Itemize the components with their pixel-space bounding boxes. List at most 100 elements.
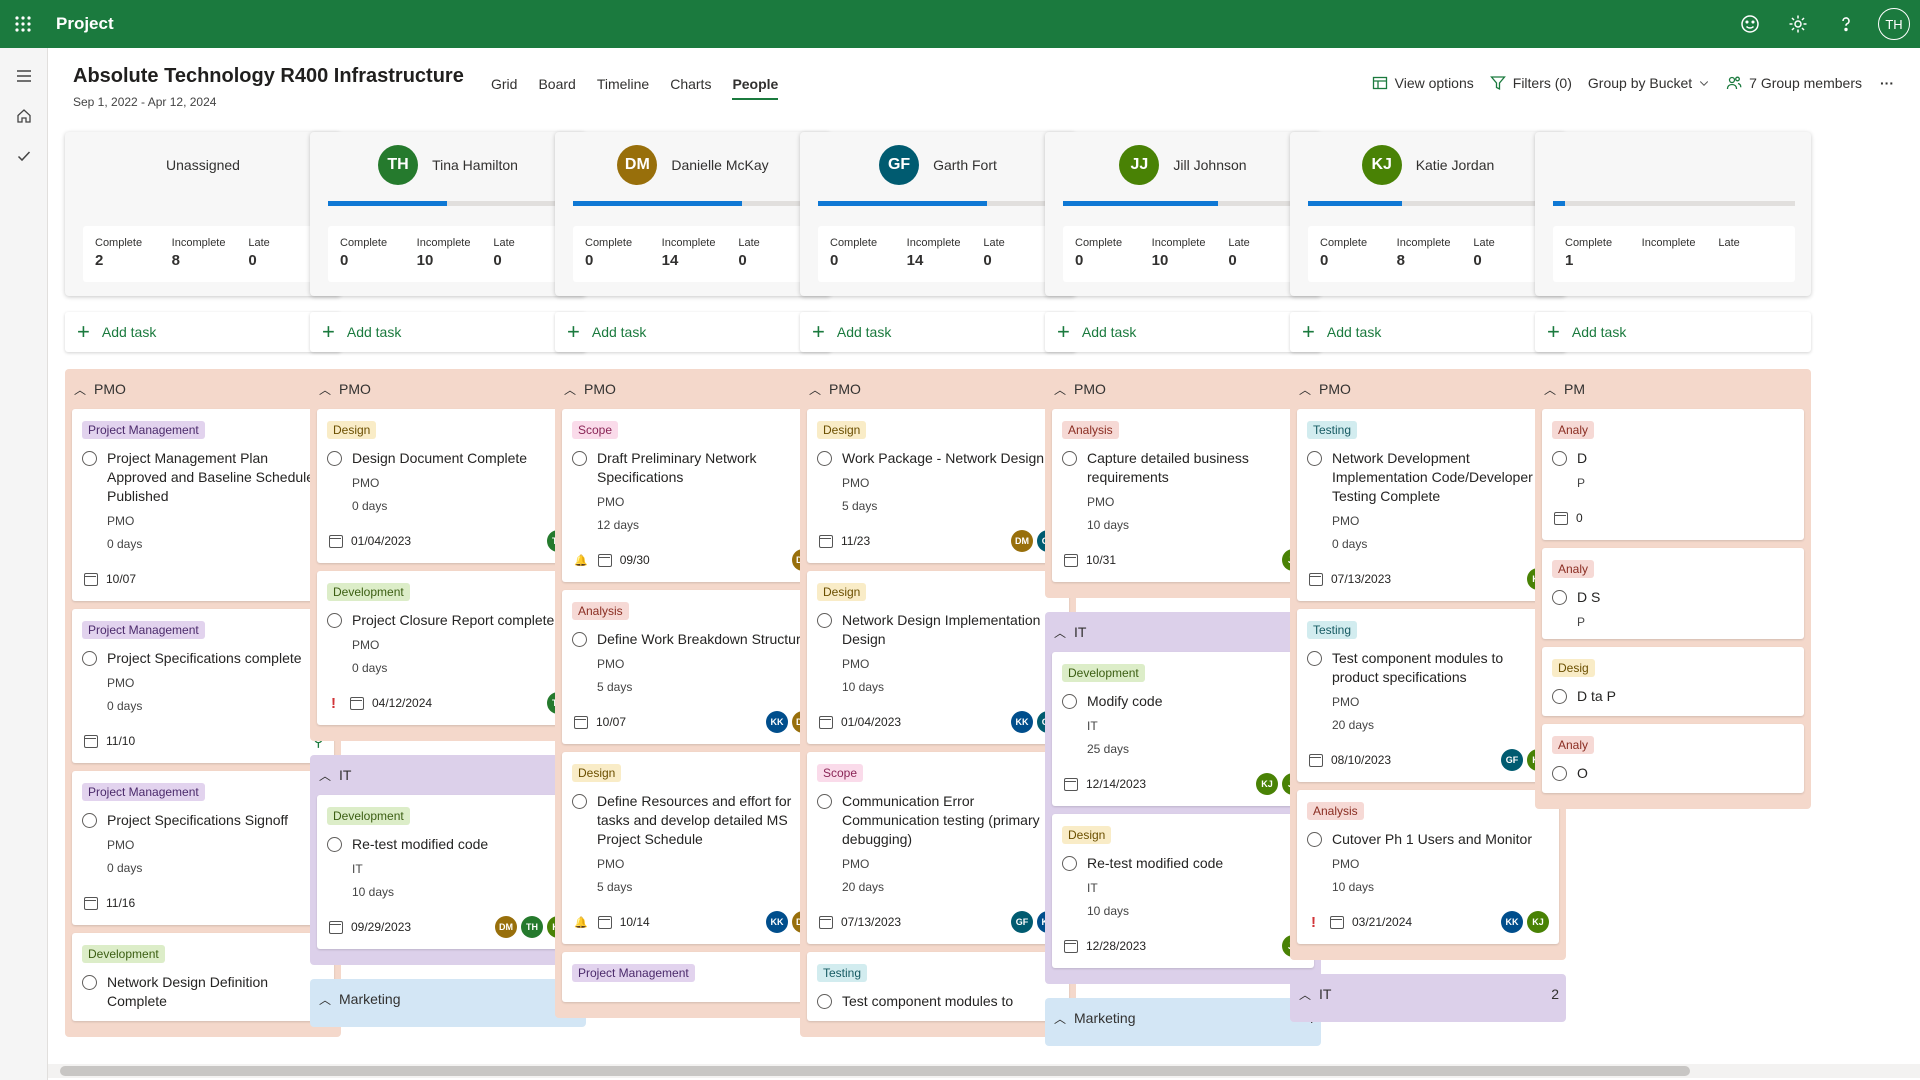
task-title[interactable]: Project Management Plan Approved and Bas… xyxy=(107,449,324,506)
task-title[interactable]: Modify code xyxy=(1087,692,1162,711)
due-date[interactable]: 08/10/2023 xyxy=(1331,753,1391,767)
assignee-avatar[interactable]: KK xyxy=(766,911,788,933)
task-card[interactable]: Development Network Design Definition Com… xyxy=(72,933,334,1021)
due-date[interactable]: 11/10 xyxy=(106,734,135,748)
add-task-button[interactable]: + Add task xyxy=(1290,312,1566,352)
tab-people[interactable]: People xyxy=(732,76,779,100)
bucket-header[interactable]: ︿ PM xyxy=(1542,369,1804,409)
chevron-up-icon[interactable]: ︿ xyxy=(564,381,576,398)
complete-checkbox[interactable] xyxy=(82,451,97,466)
complete-checkbox[interactable] xyxy=(1307,451,1322,466)
assignee-avatar[interactable]: KK xyxy=(766,711,788,733)
complete-checkbox[interactable] xyxy=(1062,694,1077,709)
bucket-header[interactable]: ︿PMO8 xyxy=(562,369,824,409)
chevron-up-icon[interactable]: ︿ xyxy=(1054,1010,1066,1027)
user-avatar[interactable]: TH xyxy=(1878,8,1910,40)
task-card[interactable]: Testing Test component modules to product… xyxy=(1297,609,1559,782)
chevron-up-icon[interactable]: ︿ xyxy=(74,381,86,398)
my-tasks-check-icon[interactable] xyxy=(0,136,48,176)
task-card[interactable]: Testing Test component modules to xyxy=(807,952,1069,1021)
complete-checkbox[interactable] xyxy=(1552,689,1567,704)
bucket-header[interactable]: ︿ IT 2 xyxy=(1297,974,1559,1014)
bucket-header[interactable]: ︿PMO6 xyxy=(807,369,1069,409)
task-card[interactable]: Analysis Capture detailed business requir… xyxy=(1052,409,1314,582)
task-card[interactable]: Design Work Package - Network Design PMO 5 … xyxy=(807,409,1069,563)
task-card[interactable]: Design Network Design Implementation Desi… xyxy=(807,571,1069,744)
complete-checkbox[interactable] xyxy=(572,632,587,647)
group-members-button[interactable]: 7 Group members xyxy=(1726,75,1862,91)
app-launcher-icon[interactable] xyxy=(0,0,46,48)
task-card[interactable]: Design Define Resources and effort for ta… xyxy=(562,752,824,944)
add-task-button[interactable]: + Add task xyxy=(65,312,341,352)
project-title[interactable]: Absolute Technology R400 Infrastructure xyxy=(73,65,464,88)
complete-checkbox[interactable] xyxy=(572,451,587,466)
task-title[interactable]: Define Resources and effort for tasks an… xyxy=(597,792,814,849)
complete-checkbox[interactable] xyxy=(1307,651,1322,666)
complete-checkbox[interactable] xyxy=(1552,766,1567,781)
complete-checkbox[interactable] xyxy=(327,613,342,628)
assignee-avatar[interactable]: KJ xyxy=(1256,773,1278,795)
bucket-header[interactable]: ︿PMO1 xyxy=(1052,369,1314,409)
help-icon[interactable] xyxy=(1822,0,1870,48)
collapse-menu-icon[interactable] xyxy=(0,56,48,96)
add-task-button[interactable]: + Add task xyxy=(1535,312,1811,352)
due-date[interactable]: 07/13/2023 xyxy=(1331,572,1391,586)
assignee-avatar[interactable]: DM xyxy=(1011,530,1033,552)
complete-checkbox[interactable] xyxy=(1552,590,1567,605)
task-title[interactable]: Test component modules to xyxy=(842,992,1013,1011)
chevron-up-icon[interactable]: ︿ xyxy=(319,381,331,398)
add-task-button[interactable]: + Add task xyxy=(310,312,586,352)
task-card[interactable]: Project Management Project Specifications… xyxy=(72,771,334,925)
task-title[interactable]: Communication Error Communication testin… xyxy=(842,792,1059,849)
due-date[interactable]: 0 xyxy=(1576,511,1583,525)
task-card[interactable]: Analysis Define Work Breakdown Structure P… xyxy=(562,590,824,744)
add-task-button[interactable]: + Add task xyxy=(1045,312,1321,352)
task-card[interactable]: Design Design Document Complete PMO 0 days 0… xyxy=(317,409,579,563)
task-title[interactable]: Define Work Breakdown Structure xyxy=(597,630,808,649)
due-date[interactable]: 10/14 xyxy=(620,915,650,929)
task-title[interactable]: Work Package - Network Design xyxy=(842,449,1044,468)
bucket-header[interactable]: ︿Marketing4 xyxy=(1052,998,1314,1038)
assignee-avatar[interactable]: KJ xyxy=(1527,911,1549,933)
chevron-up-icon[interactable]: ︿ xyxy=(1054,624,1066,641)
task-card[interactable]: Analy D S P xyxy=(1542,548,1804,639)
complete-checkbox[interactable] xyxy=(1062,451,1077,466)
task-card[interactable]: Analy O xyxy=(1542,724,1804,793)
task-title[interactable]: Cutover Ph 1 Users and Monitor xyxy=(1332,830,1532,849)
horizontal-scrollbar-thumb[interactable] xyxy=(60,1066,1690,1076)
task-title[interactable]: Design Document Complete xyxy=(352,449,527,468)
task-title[interactable]: O xyxy=(1577,764,1588,783)
complete-checkbox[interactable] xyxy=(1307,832,1322,847)
task-card[interactable]: Development Project Closure Report comple… xyxy=(317,571,579,725)
complete-checkbox[interactable] xyxy=(817,794,832,809)
task-title[interactable]: Network Design Implementation Design xyxy=(842,611,1059,649)
task-title[interactable]: Re-test modified code xyxy=(1087,854,1223,873)
view-options-button[interactable]: View options xyxy=(1372,75,1474,91)
due-date[interactable]: 01/04/2023 xyxy=(841,715,901,729)
task-card[interactable]: Development Re-test modified code IT 10 day… xyxy=(317,795,579,949)
task-title[interactable]: Capture detailed business requirements xyxy=(1087,449,1304,487)
chevron-up-icon[interactable]: ︿ xyxy=(1299,986,1311,1003)
due-date[interactable]: 10/31 xyxy=(1086,553,1116,567)
task-title[interactable]: Re-test modified code xyxy=(352,835,488,854)
task-card[interactable]: Scope Draft Preliminary Network Specifica… xyxy=(562,409,824,582)
task-card[interactable]: Project Management xyxy=(562,952,824,1002)
task-card[interactable]: Scope Communication Error Communication t… xyxy=(807,752,1069,944)
task-card[interactable]: Analy D P 0 xyxy=(1542,409,1804,540)
home-icon[interactable] xyxy=(0,96,48,136)
task-card[interactable]: Testing Network Development Implementatio… xyxy=(1297,409,1559,601)
assignee-avatar[interactable]: DM xyxy=(495,916,517,938)
task-title[interactable]: Draft Preliminary Network Specifications xyxy=(597,449,814,487)
due-date[interactable]: 03/21/2024 xyxy=(1352,915,1412,929)
tab-board[interactable]: Board xyxy=(538,76,575,100)
due-date[interactable]: 09/30 xyxy=(620,553,650,567)
add-task-button[interactable]: + Add task xyxy=(555,312,831,352)
task-card[interactable]: Project Management Project Specifications… xyxy=(72,609,334,763)
task-card[interactable]: Analysis Cutover Ph 1 Users and Monitor PM… xyxy=(1297,790,1559,944)
bucket-header[interactable]: ︿PMO6 xyxy=(72,369,334,409)
group-by-button[interactable]: Group by Bucket xyxy=(1588,75,1710,91)
task-card[interactable]: Design Re-test modified code IT 10 days 12/2… xyxy=(1052,814,1314,968)
assignee-avatar[interactable]: TH xyxy=(521,916,543,938)
complete-checkbox[interactable] xyxy=(1552,451,1567,466)
complete-checkbox[interactable] xyxy=(1062,856,1077,871)
